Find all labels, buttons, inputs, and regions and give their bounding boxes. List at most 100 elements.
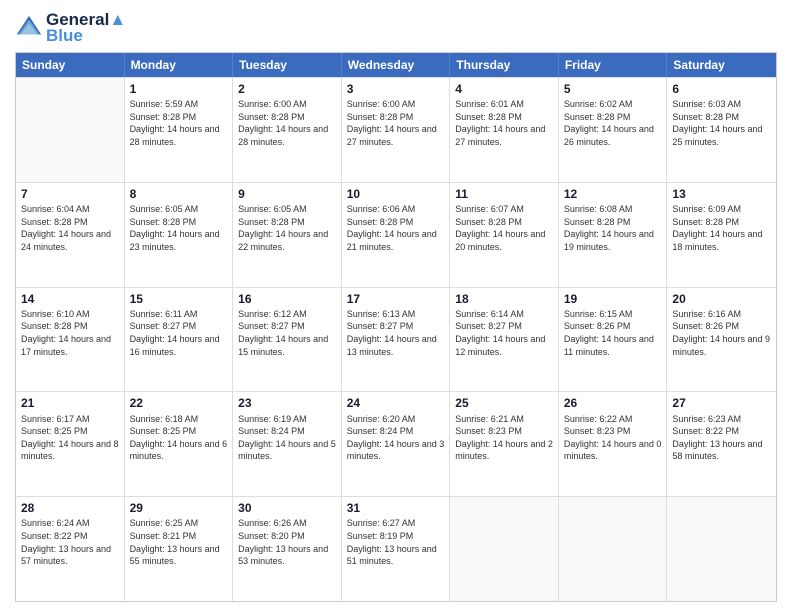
day-number: 21	[21, 395, 119, 411]
day-number: 3	[347, 81, 445, 97]
calendar-cell: 6Sunrise: 6:03 AM Sunset: 8:28 PM Daylig…	[667, 78, 776, 182]
cell-details: Sunrise: 6:02 AM Sunset: 8:28 PM Dayligh…	[564, 98, 662, 148]
calendar-cell: 13Sunrise: 6:09 AM Sunset: 8:28 PM Dayli…	[667, 183, 776, 287]
cell-details: Sunrise: 6:27 AM Sunset: 8:19 PM Dayligh…	[347, 517, 445, 567]
cell-details: Sunrise: 6:16 AM Sunset: 8:26 PM Dayligh…	[672, 308, 771, 358]
calendar-cell: 30Sunrise: 6:26 AM Sunset: 8:20 PM Dayli…	[233, 497, 342, 601]
cell-details: Sunrise: 6:18 AM Sunset: 8:25 PM Dayligh…	[130, 413, 228, 463]
calendar-cell	[667, 497, 776, 601]
day-number: 23	[238, 395, 336, 411]
cell-details: Sunrise: 5:59 AM Sunset: 8:28 PM Dayligh…	[130, 98, 228, 148]
day-number: 2	[238, 81, 336, 97]
calendar-body: 1Sunrise: 5:59 AM Sunset: 8:28 PM Daylig…	[16, 77, 776, 601]
calendar-cell: 24Sunrise: 6:20 AM Sunset: 8:24 PM Dayli…	[342, 392, 451, 496]
cell-details: Sunrise: 6:05 AM Sunset: 8:28 PM Dayligh…	[238, 203, 336, 253]
cell-details: Sunrise: 6:04 AM Sunset: 8:28 PM Dayligh…	[21, 203, 119, 253]
cell-details: Sunrise: 6:05 AM Sunset: 8:28 PM Dayligh…	[130, 203, 228, 253]
header: General▲ Blue	[15, 10, 777, 46]
calendar-cell: 9Sunrise: 6:05 AM Sunset: 8:28 PM Daylig…	[233, 183, 342, 287]
cell-details: Sunrise: 6:13 AM Sunset: 8:27 PM Dayligh…	[347, 308, 445, 358]
cell-details: Sunrise: 6:23 AM Sunset: 8:22 PM Dayligh…	[672, 413, 771, 463]
cell-details: Sunrise: 6:08 AM Sunset: 8:28 PM Dayligh…	[564, 203, 662, 253]
day-number: 7	[21, 186, 119, 202]
calendar-cell: 20Sunrise: 6:16 AM Sunset: 8:26 PM Dayli…	[667, 288, 776, 392]
calendar-cell: 7Sunrise: 6:04 AM Sunset: 8:28 PM Daylig…	[16, 183, 125, 287]
weekday-header: Sunday	[16, 53, 125, 77]
day-number: 14	[21, 291, 119, 307]
day-number: 10	[347, 186, 445, 202]
weekday-header: Friday	[559, 53, 668, 77]
day-number: 13	[672, 186, 771, 202]
day-number: 18	[455, 291, 553, 307]
cell-details: Sunrise: 6:00 AM Sunset: 8:28 PM Dayligh…	[238, 98, 336, 148]
calendar-cell: 1Sunrise: 5:59 AM Sunset: 8:28 PM Daylig…	[125, 78, 234, 182]
calendar-row: 7Sunrise: 6:04 AM Sunset: 8:28 PM Daylig…	[16, 182, 776, 287]
weekday-header: Wednesday	[342, 53, 451, 77]
cell-details: Sunrise: 6:17 AM Sunset: 8:25 PM Dayligh…	[21, 413, 119, 463]
logo-area: General▲ Blue	[15, 10, 126, 46]
day-number: 16	[238, 291, 336, 307]
cell-details: Sunrise: 6:10 AM Sunset: 8:28 PM Dayligh…	[21, 308, 119, 358]
day-number: 26	[564, 395, 662, 411]
day-number: 29	[130, 500, 228, 516]
weekday-header: Saturday	[667, 53, 776, 77]
cell-details: Sunrise: 6:19 AM Sunset: 8:24 PM Dayligh…	[238, 413, 336, 463]
cell-details: Sunrise: 6:09 AM Sunset: 8:28 PM Dayligh…	[672, 203, 771, 253]
cell-details: Sunrise: 6:22 AM Sunset: 8:23 PM Dayligh…	[564, 413, 662, 463]
weekday-header: Monday	[125, 53, 234, 77]
cell-details: Sunrise: 6:25 AM Sunset: 8:21 PM Dayligh…	[130, 517, 228, 567]
calendar-cell: 8Sunrise: 6:05 AM Sunset: 8:28 PM Daylig…	[125, 183, 234, 287]
logo-icon	[15, 14, 43, 42]
day-number: 12	[564, 186, 662, 202]
day-number: 25	[455, 395, 553, 411]
calendar-cell: 10Sunrise: 6:06 AM Sunset: 8:28 PM Dayli…	[342, 183, 451, 287]
calendar-cell: 25 Sunrise: 6:21 AM Sunset: 8:23 PM Dayli…	[450, 392, 559, 496]
day-number: 4	[455, 81, 553, 97]
day-number: 19	[564, 291, 662, 307]
calendar-cell: 3Sunrise: 6:00 AM Sunset: 8:28 PM Daylig…	[342, 78, 451, 182]
calendar-cell: 22Sunrise: 6:18 AM Sunset: 8:25 PM Dayli…	[125, 392, 234, 496]
day-number: 5	[564, 81, 662, 97]
logo-text: General▲ Blue	[46, 10, 126, 46]
day-number: 8	[130, 186, 228, 202]
calendar-cell: 4Sunrise: 6:01 AM Sunset: 8:28 PM Daylig…	[450, 78, 559, 182]
calendar-cell: 27 Sunrise: 6:23 AM Sunset: 8:22 PM Dayli…	[667, 392, 776, 496]
calendar-cell: 16Sunrise: 6:12 AM Sunset: 8:27 PM Dayli…	[233, 288, 342, 392]
cell-details: Sunrise: 6:14 AM Sunset: 8:27 PM Dayligh…	[455, 308, 553, 358]
calendar-cell: 29Sunrise: 6:25 AM Sunset: 8:21 PM Dayli…	[125, 497, 234, 601]
calendar-cell: 2Sunrise: 6:00 AM Sunset: 8:28 PM Daylig…	[233, 78, 342, 182]
cell-details: Sunrise: 6:11 AM Sunset: 8:27 PM Dayligh…	[130, 308, 228, 358]
calendar-row: 21 Sunrise: 6:17 AM Sunset: 8:25 PM Dayli…	[16, 391, 776, 496]
cell-details: Sunrise: 6:06 AM Sunset: 8:28 PM Dayligh…	[347, 203, 445, 253]
calendar-cell: 11Sunrise: 6:07 AM Sunset: 8:28 PM Dayli…	[450, 183, 559, 287]
cell-details: Sunrise: 6:12 AM Sunset: 8:27 PM Dayligh…	[238, 308, 336, 358]
day-number: 28	[21, 500, 119, 516]
calendar-cell: 31Sunrise: 6:27 AM Sunset: 8:19 PM Dayli…	[342, 497, 451, 601]
calendar-cell: 12Sunrise: 6:08 AM Sunset: 8:28 PM Dayli…	[559, 183, 668, 287]
calendar: SundayMondayTuesdayWednesdayThursdayFrid…	[15, 52, 777, 602]
page: General▲ Blue SundayMondayTuesdayWednesd…	[0, 0, 792, 612]
calendar-row: 1Sunrise: 5:59 AM Sunset: 8:28 PM Daylig…	[16, 77, 776, 182]
weekday-header: Tuesday	[233, 53, 342, 77]
cell-details: Sunrise: 6:26 AM Sunset: 8:20 PM Dayligh…	[238, 517, 336, 567]
cell-details: Sunrise: 6:01 AM Sunset: 8:28 PM Dayligh…	[455, 98, 553, 148]
cell-details: Sunrise: 6:24 AM Sunset: 8:22 PM Dayligh…	[21, 517, 119, 567]
day-number: 27	[672, 395, 771, 411]
cell-details: Sunrise: 6:03 AM Sunset: 8:28 PM Dayligh…	[672, 98, 771, 148]
day-number: 30	[238, 500, 336, 516]
cell-details: Sunrise: 6:21 AM Sunset: 8:23 PM Dayligh…	[455, 413, 553, 463]
calendar-cell: 28Sunrise: 6:24 AM Sunset: 8:22 PM Dayli…	[16, 497, 125, 601]
cell-details: Sunrise: 6:07 AM Sunset: 8:28 PM Dayligh…	[455, 203, 553, 253]
calendar-cell: 15Sunrise: 6:11 AM Sunset: 8:27 PM Dayli…	[125, 288, 234, 392]
day-number: 11	[455, 186, 553, 202]
day-number: 15	[130, 291, 228, 307]
weekday-header: Thursday	[450, 53, 559, 77]
calendar-header: SundayMondayTuesdayWednesdayThursdayFrid…	[16, 53, 776, 77]
day-number: 6	[672, 81, 771, 97]
calendar-cell: 19Sunrise: 6:15 AM Sunset: 8:26 PM Dayli…	[559, 288, 668, 392]
calendar-cell: 21 Sunrise: 6:17 AM Sunset: 8:25 PM Dayli…	[16, 392, 125, 496]
calendar-cell: 5Sunrise: 6:02 AM Sunset: 8:28 PM Daylig…	[559, 78, 668, 182]
calendar-cell: 18Sunrise: 6:14 AM Sunset: 8:27 PM Dayli…	[450, 288, 559, 392]
day-number: 9	[238, 186, 336, 202]
day-number: 20	[672, 291, 771, 307]
